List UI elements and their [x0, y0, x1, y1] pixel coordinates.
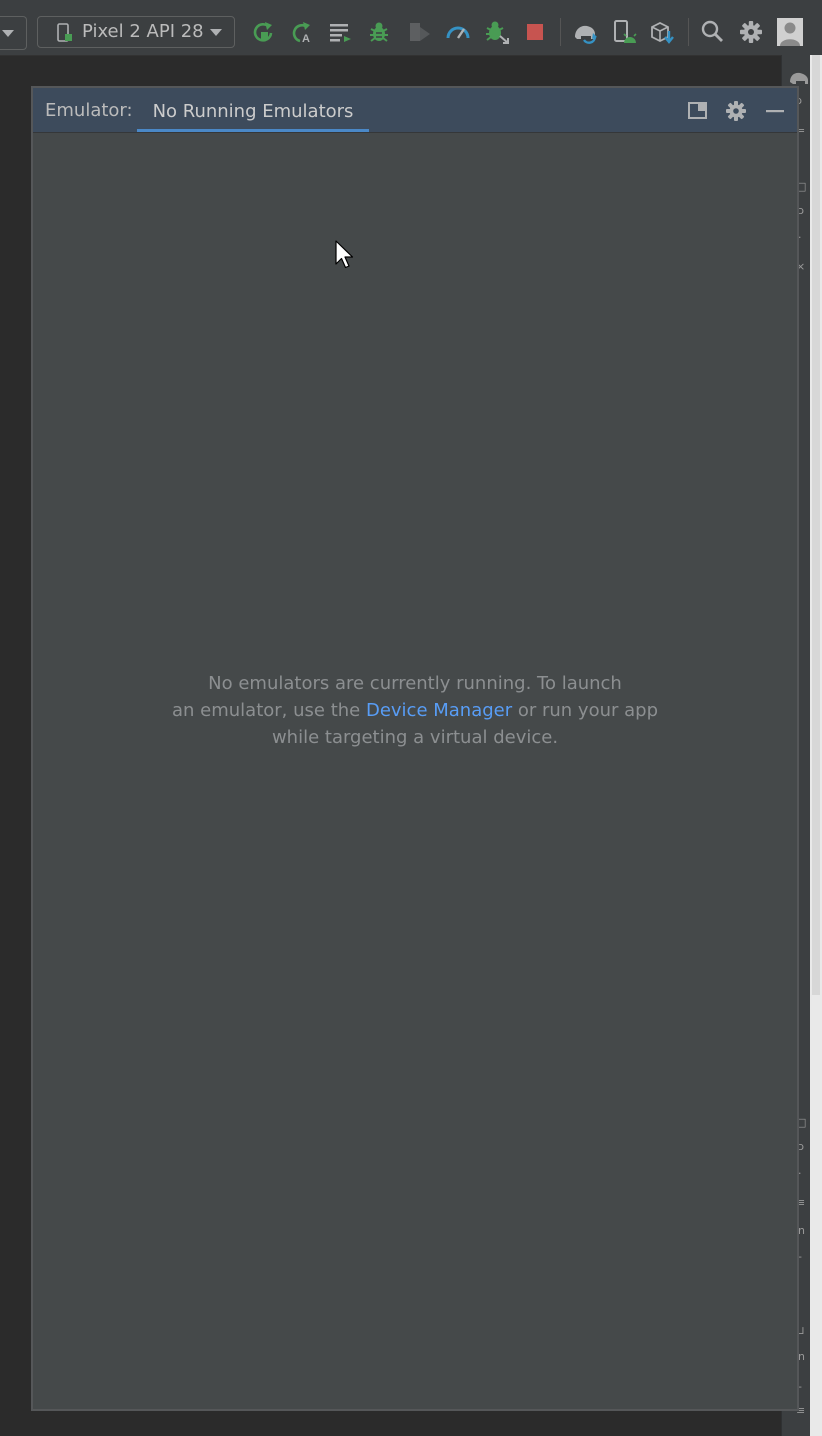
toolbar-separator	[688, 18, 689, 46]
stop-button[interactable]	[523, 19, 549, 45]
message-line-2-before: an emulator, use the	[171, 700, 366, 721]
minimize-panel-button[interactable]	[764, 100, 786, 122]
svg-text:A: A	[302, 33, 310, 45]
profile-button[interactable]	[445, 19, 471, 45]
empty-state-message: No emulators are currently running. To l…	[33, 670, 797, 751]
message-line-2: an emulator, use the Device Manager or r…	[33, 697, 797, 724]
device-manager-icon	[614, 20, 637, 43]
debug-button[interactable]	[367, 19, 393, 45]
message-line-2-after: or run your app	[512, 700, 659, 721]
gauge-icon	[446, 26, 470, 39]
emulator-panel-header: Emulator: No Running Emulators	[33, 88, 797, 133]
phone-device-icon	[56, 23, 74, 53]
bug-icon	[370, 22, 388, 42]
device-selector-label: Pixel 2 API 28	[82, 21, 204, 42]
emulator-panel-title: Emulator:	[45, 100, 133, 121]
stop-icon	[527, 24, 543, 40]
panel-settings-button[interactable]	[725, 100, 747, 122]
editor-scrollbar[interactable]	[810, 55, 822, 1436]
tab-no-running-emulators[interactable]: No Running Emulators	[137, 88, 369, 132]
chevron-down-icon	[210, 29, 222, 36]
search-button[interactable]	[700, 19, 726, 45]
layout-icon	[688, 102, 707, 119]
emulator-tool-window: Emulator: No Running Emulators No emulat…	[31, 86, 799, 1411]
settings-button[interactable]	[739, 19, 765, 45]
tab-label: No Running Emulators	[152, 101, 354, 122]
user-avatar-icon	[777, 18, 803, 46]
minimize-icon	[766, 110, 784, 113]
apply-changes-restart-activity-button[interactable]	[250, 19, 276, 45]
sync-project-button[interactable]	[572, 19, 598, 45]
search-icon	[701, 20, 723, 42]
run-config-dropdown[interactable]	[0, 16, 27, 50]
run-configurations-button[interactable]	[328, 19, 354, 45]
elephant-sync-icon	[575, 25, 597, 44]
scrollbar-thumb[interactable]	[812, 55, 820, 995]
device-selector[interactable]: Pixel 2 API 28	[37, 16, 235, 48]
device-manager-link[interactable]: Device Manager	[366, 700, 512, 721]
gear-icon	[726, 101, 746, 121]
mouse-cursor-icon	[335, 240, 355, 274]
sdk-download-icon	[651, 21, 674, 44]
tab-active-indicator	[137, 129, 369, 132]
sdk-manager-button[interactable]	[650, 19, 676, 45]
device-manager-button[interactable]	[612, 19, 638, 45]
coverage-icon	[410, 23, 430, 41]
main-toolbar: Pixel 2 API 28 A	[0, 0, 822, 56]
run-with-coverage-button[interactable]	[406, 19, 432, 45]
gear-icon	[740, 21, 762, 43]
account-button[interactable]	[777, 18, 805, 46]
chevron-down-icon	[2, 30, 14, 37]
attach-bug-icon	[486, 21, 509, 44]
run-list-icon	[330, 24, 351, 42]
message-line-3: while targeting a virtual device.	[271, 727, 559, 748]
apply-code-changes-button[interactable]: A	[288, 19, 314, 45]
apply-changes-icon	[253, 22, 273, 42]
attach-debugger-button[interactable]	[484, 19, 510, 45]
window-layout-button[interactable]	[687, 100, 709, 122]
toolbar-separator	[560, 18, 561, 46]
message-line-1: No emulators are currently running. To l…	[208, 673, 622, 694]
apply-code-icon: A	[292, 22, 310, 45]
